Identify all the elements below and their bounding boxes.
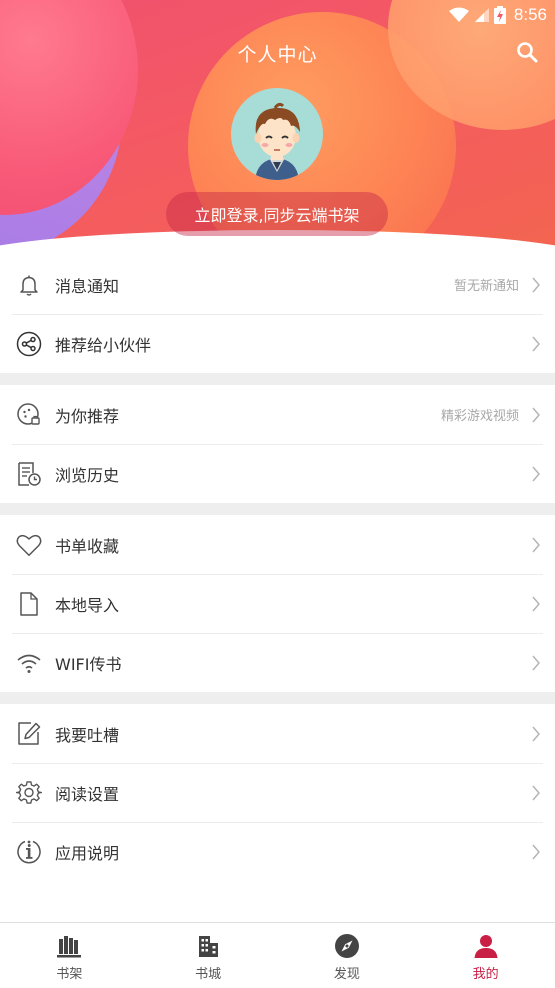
menu-item-label: 为你推荐	[55, 406, 120, 426]
bookstore-icon	[199, 936, 219, 957]
compass-icon	[334, 934, 359, 958]
menu-item-label: 推荐给小伙伴	[55, 335, 152, 355]
status-time: 8:56	[513, 5, 547, 24]
menu-item-reading-settings[interactable]: 阅读设置	[0, 763, 555, 822]
menu-item-hint: 暂无新通知	[453, 279, 519, 294]
status-bar: 8:56	[448, 4, 547, 26]
battery-icon	[493, 6, 506, 24]
menu-item-label: WIFI传书	[55, 654, 122, 674]
login-button[interactable]: 立即登录,同步云端书架	[166, 192, 388, 236]
heart-icon	[16, 532, 42, 558]
chevron-right-icon	[532, 537, 540, 552]
chevron-right-icon	[532, 466, 540, 481]
chevron-right-icon	[532, 277, 540, 292]
search-icon[interactable]	[515, 40, 539, 64]
menu-item-wifi-transfer[interactable]: WIFI传书	[0, 633, 555, 692]
page-title: 个人中心	[237, 44, 318, 66]
signal-icon	[474, 8, 489, 22]
bottom-nav: 书架 书城 发现 我的	[0, 922, 555, 988]
tab-mine[interactable]: 我的	[416, 923, 555, 988]
chevron-right-icon	[532, 655, 540, 670]
menu-group: 我要吐槽 阅读设置 应用说明	[0, 704, 555, 881]
menu-item-label: 阅读设置	[55, 784, 120, 804]
menu-item-hint: 精彩游戏视频	[440, 409, 519, 424]
menu-item-label: 本地导入	[55, 595, 120, 615]
bookshelf-icon	[57, 936, 82, 958]
menu-item-recommend[interactable]: 为你推荐 精彩游戏视频	[0, 385, 555, 444]
group-divider	[0, 503, 555, 515]
tab-label: 发现	[333, 967, 360, 982]
avatar[interactable]	[231, 88, 323, 180]
tab-bookstore[interactable]: 书城	[139, 923, 278, 988]
menu-item-share-friends[interactable]: 推荐给小伙伴	[0, 314, 555, 373]
menu-item-label: 我要吐槽	[55, 725, 120, 745]
info-icon	[16, 839, 42, 865]
avatar-boy-illustration	[254, 102, 300, 180]
menu-item-local-import[interactable]: 本地导入	[0, 574, 555, 633]
menu-list: 消息通知 暂无新通知 推荐给小伙伴 为你推荐 精彩游戏视频 浏览历史 书单收藏 …	[0, 255, 555, 881]
menu-item-label: 消息通知	[55, 276, 120, 296]
history-icon	[16, 461, 42, 487]
profile-header: 8:56 个人中心 立即登录,同步云端书架	[0, 0, 555, 262]
tab-label: 书架	[56, 967, 83, 982]
file-icon	[16, 591, 42, 617]
chevron-right-icon	[532, 336, 540, 351]
menu-item-app-info[interactable]: 应用说明	[0, 822, 555, 881]
share-icon	[16, 331, 42, 357]
menu-item-label: 应用说明	[55, 843, 120, 863]
tab-label: 书城	[195, 967, 222, 982]
menu-item-notifications[interactable]: 消息通知 暂无新通知	[0, 255, 555, 314]
gear-icon	[16, 780, 42, 806]
tab-discover[interactable]: 发现	[278, 923, 417, 988]
bell-icon	[16, 272, 42, 298]
tab-bookshelf[interactable]: 书架	[0, 923, 139, 988]
menu-item-label: 浏览历史	[55, 465, 120, 485]
profile-icon	[474, 935, 498, 958]
wifi-icon	[16, 650, 42, 676]
group-divider	[0, 692, 555, 704]
recommend-icon	[16, 402, 42, 428]
menu-group: 为你推荐 精彩游戏视频 浏览历史	[0, 385, 555, 503]
tab-label: 我的	[472, 967, 499, 982]
menu-item-label: 书单收藏	[55, 536, 120, 556]
menu-item-booklist-favorites[interactable]: 书单收藏	[0, 515, 555, 574]
chevron-right-icon	[532, 726, 540, 741]
menu-item-feedback[interactable]: 我要吐槽	[0, 704, 555, 763]
chevron-right-icon	[532, 596, 540, 611]
wifi-status-icon	[448, 7, 469, 22]
edit-icon	[16, 721, 42, 747]
menu-group: 书单收藏 本地导入 WIFI传书	[0, 515, 555, 692]
chevron-right-icon	[532, 844, 540, 859]
chevron-right-icon	[532, 785, 540, 800]
chevron-right-icon	[532, 407, 540, 422]
group-divider	[0, 373, 555, 385]
menu-item-history[interactable]: 浏览历史	[0, 444, 555, 503]
menu-group: 消息通知 暂无新通知 推荐给小伙伴	[0, 255, 555, 373]
decor-blob-pink	[0, 0, 138, 215]
